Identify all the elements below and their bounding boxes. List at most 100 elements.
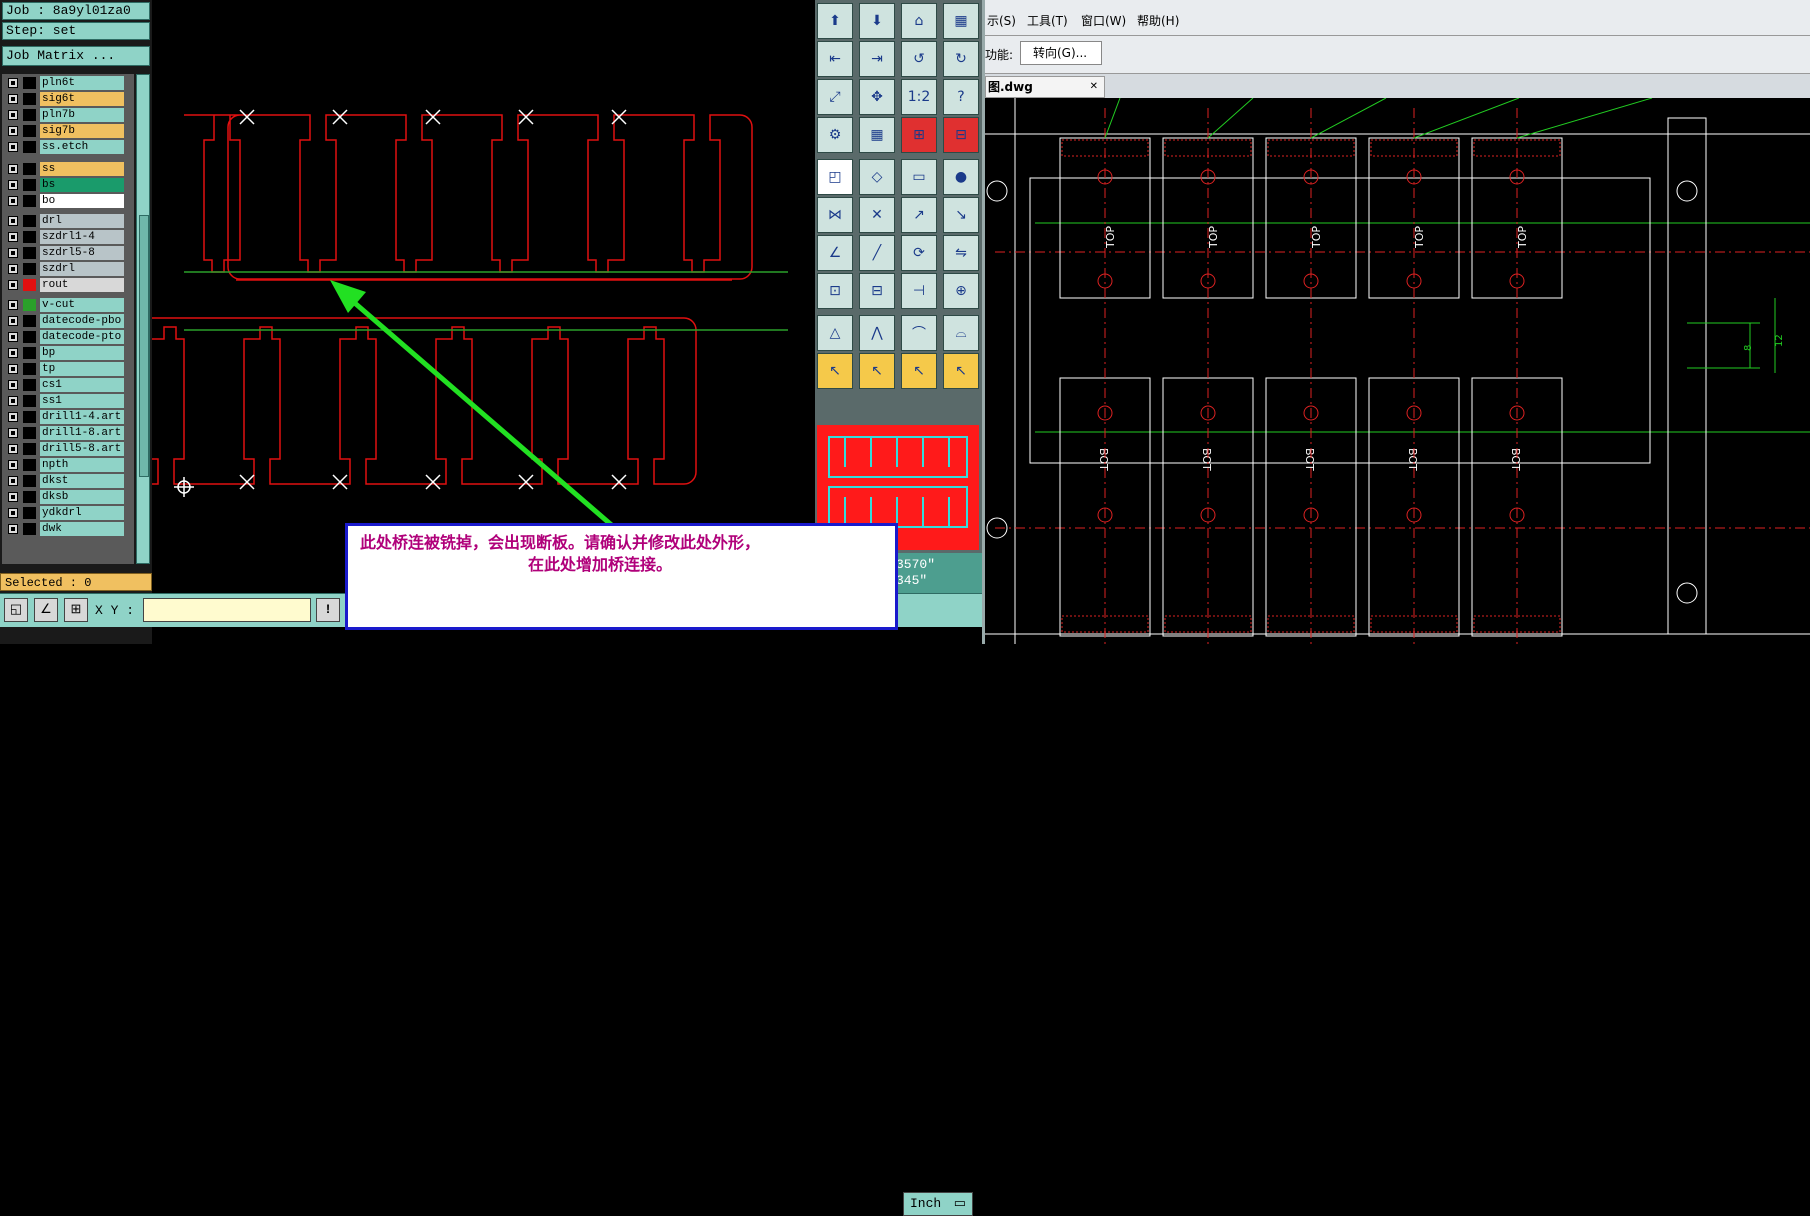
save-icon[interactable]: ⬇	[859, 3, 895, 39]
menu-window[interactable]: 窗口(W)	[1081, 12, 1126, 29]
close-icon[interactable]: ✕	[1090, 77, 1098, 97]
settings-icon[interactable]: ⚙	[817, 117, 853, 153]
open-icon[interactable]: ⬆	[817, 3, 853, 39]
file-tab[interactable]: 图.dwg ✕	[985, 76, 1105, 98]
pointer-icon[interactable]: ↖	[817, 353, 853, 389]
layer-checkbox[interactable]	[8, 348, 18, 358]
layer-checkbox[interactable]	[8, 78, 18, 88]
cut-icon[interactable]: ⊟	[859, 273, 895, 309]
pointer-edit-icon[interactable]: ↖	[859, 353, 895, 389]
layer-checkbox[interactable]	[8, 180, 18, 190]
layer-color-swatch[interactable]	[23, 315, 36, 327]
zoom-1to1-icon[interactable]: 1:2	[901, 79, 937, 115]
layer-color-swatch[interactable]	[23, 125, 36, 137]
layer-checkbox[interactable]	[8, 232, 18, 242]
select-point-icon[interactable]: ↘	[943, 197, 979, 233]
menu-display[interactable]: 示(S)	[987, 12, 1016, 29]
layer-checkbox[interactable]	[8, 94, 18, 104]
zoom-center-icon[interactable]: ✥	[859, 79, 895, 115]
snapshot-icon[interactable]: ◰	[817, 159, 853, 195]
layer-color-swatch[interactable]	[23, 93, 36, 105]
layer-checkbox[interactable]	[8, 196, 18, 206]
layer-color-swatch[interactable]	[23, 475, 36, 487]
layer-color-swatch[interactable]	[23, 279, 36, 291]
layer-color-swatch[interactable]	[23, 331, 36, 343]
layer-row-bo[interactable]: bo	[2, 194, 126, 208]
measure-icon[interactable]: ◱	[4, 598, 28, 622]
layer-color-swatch[interactable]	[23, 179, 36, 191]
layer-checkbox[interactable]	[8, 364, 18, 374]
layer-row-rout[interactable]: rout	[2, 278, 126, 292]
layer-row-szdrl[interactable]: szdrl	[2, 262, 126, 276]
layer-row-dkst[interactable]: dkst	[2, 474, 126, 488]
layer-row-drill1-4.art[interactable]: drill1-4.art	[2, 410, 126, 424]
layer-color-swatch[interactable]	[23, 247, 36, 259]
layer-row-sig7b[interactable]: sig7b	[2, 124, 126, 138]
layer-checkbox[interactable]	[8, 428, 18, 438]
layer-row-drill1-8.art[interactable]: drill1-8.art	[2, 426, 126, 440]
layer-row-v-cut[interactable]: v-cut	[2, 298, 126, 312]
layer-checkbox[interactable]	[8, 126, 18, 136]
triangle-icon[interactable]: △	[817, 315, 853, 351]
layer-color-swatch[interactable]	[23, 491, 36, 503]
layer-checkbox[interactable]	[8, 412, 18, 422]
layer-row-dksb[interactable]: dksb	[2, 490, 126, 504]
cad-drawing[interactable]: TOP BOT TOP BOT TOP BOT TOP BOT TOP BOT 8 12	[985, 98, 1810, 644]
layer-checkbox[interactable]	[8, 332, 18, 342]
scrollbar-thumb[interactable]	[139, 215, 149, 477]
line-icon[interactable]: ╱	[859, 235, 895, 271]
layer-checkbox[interactable]	[8, 300, 18, 310]
pointer-select-icon[interactable]: ↖	[901, 353, 937, 389]
layer-checkbox[interactable]	[8, 164, 18, 174]
arc-split-icon[interactable]: ⌓	[943, 315, 979, 351]
units-dropdown[interactable]: Inch ▭	[903, 1192, 973, 1216]
layer-row-sig6t[interactable]: sig6t	[2, 92, 126, 106]
layer-color-swatch[interactable]	[23, 411, 36, 423]
layer-color-swatch[interactable]	[23, 379, 36, 391]
step-icon[interactable]: ◇	[859, 159, 895, 195]
layer-checkbox[interactable]	[8, 396, 18, 406]
layer-checkbox[interactable]	[8, 492, 18, 502]
import-icon[interactable]: ⇤	[817, 41, 853, 77]
cross-icon[interactable]: ✕	[859, 197, 895, 233]
layer-color-swatch[interactable]	[23, 427, 36, 439]
measure-icon[interactable]: ⊣	[901, 273, 937, 309]
grid-icon[interactable]: ⊞	[64, 598, 88, 622]
layer-list-scrollbar[interactable]	[136, 74, 150, 564]
layer-row-bs[interactable]: bs	[2, 178, 126, 192]
layer-color-swatch[interactable]	[23, 231, 36, 243]
layer-row-pln7b[interactable]: pln7b	[2, 108, 126, 122]
layer-row-bp[interactable]: bp	[2, 346, 126, 360]
layer-color-swatch[interactable]	[23, 459, 36, 471]
arc-edit-icon[interactable]: ⌒	[901, 315, 937, 351]
layer-color-swatch[interactable]	[23, 299, 36, 311]
layer-checkbox[interactable]	[8, 110, 18, 120]
layer-color-swatch[interactable]	[23, 523, 36, 535]
layer-checkbox[interactable]	[8, 460, 18, 470]
grid-icon[interactable]: ▦	[859, 117, 895, 153]
layer-row-ss.etch[interactable]: ss.etch	[2, 140, 126, 154]
layer-color-swatch[interactable]	[23, 195, 36, 207]
layer-row-szdrl5-8[interactable]: szdrl5-8	[2, 246, 126, 260]
pointer-route-icon[interactable]: ↖	[943, 353, 979, 389]
layer-row-tp[interactable]: tp	[2, 362, 126, 376]
layer-row-npth[interactable]: npth	[2, 458, 126, 472]
layer-checkbox[interactable]	[8, 476, 18, 486]
pad-add-icon[interactable]: ⊡	[817, 273, 853, 309]
mirror-icon[interactable]: ⇋	[943, 235, 979, 271]
angle-icon[interactable]: ∠	[34, 598, 58, 622]
arc-up-icon[interactable]: ⋀	[859, 315, 895, 351]
contour-icon[interactable]: ⊕	[943, 273, 979, 309]
layer-color-swatch[interactable]	[23, 347, 36, 359]
layer-row-ss1[interactable]: ss1	[2, 394, 126, 408]
layer-row-ydkdrl[interactable]: ydkdrl	[2, 506, 126, 520]
layer-color-swatch[interactable]	[23, 77, 36, 89]
layer-filter-icon[interactable]: ⊞	[901, 117, 937, 153]
help-icon[interactable]: ?	[943, 79, 979, 115]
layer-checkbox[interactable]	[8, 216, 18, 226]
home-icon[interactable]: ⌂	[901, 3, 937, 39]
layer-row-pln6t[interactable]: pln6t	[2, 76, 126, 90]
xy-input[interactable]	[143, 598, 311, 622]
layer-checkbox[interactable]	[8, 248, 18, 258]
layer-color-swatch[interactable]	[23, 263, 36, 275]
